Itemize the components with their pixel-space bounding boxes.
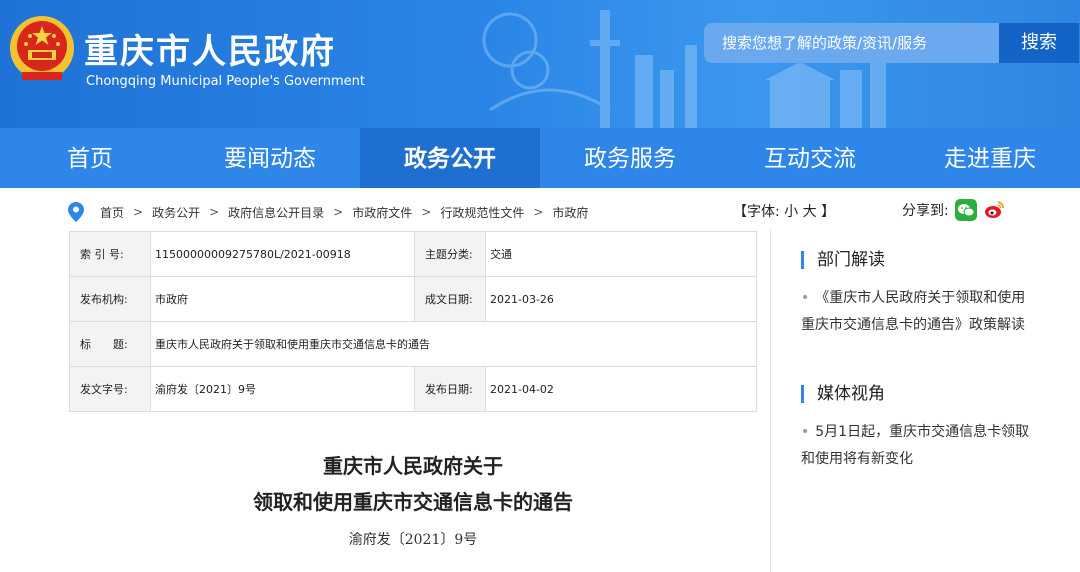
search-button[interactable]: 搜索 [999,23,1079,63]
search-input[interactable]: 搜索您想了解的政策/资讯/服务 [704,23,1000,63]
font-size-label: 【字体: [733,204,780,220]
document-title-line2: 领取和使用重庆市交通信息卡的通告 [253,490,573,514]
font-size-small[interactable]: 小 [784,204,798,220]
breadcrumb-separator: > [421,205,432,219]
sidebar-heading-department-interpretation: 部门解读 [801,251,885,269]
index-number-label: 索 引 号: [69,231,151,277]
published-date-label: 发布日期: [414,366,486,412]
bullet-icon: • [801,290,810,306]
share-bar: 分享到: [902,199,1005,221]
topic-value: 交通 [485,231,757,277]
weibo-icon[interactable] [982,199,1005,221]
document-number-label: 发文字号: [69,366,151,412]
breadcrumb-home[interactable]: 首页 [100,204,124,221]
document-number: 渝府发〔2021〕9号 [348,532,478,548]
sidebar-item-media-news[interactable]: • 5月1日起，重庆市交通信息卡领取和使用将有新变化 [801,419,1031,473]
wechat-icon[interactable] [954,199,977,221]
sidebar-item-policy-interpretation[interactable]: • 《重庆市人民政府关于领取和使用重庆市交通信息卡的通告》政策解读 [801,285,1031,339]
published-date-value: 2021-04-02 [485,366,757,412]
nav-item-news[interactable]: 要闻动态 [180,128,360,188]
font-size-control: 【字体: 小 大 】 [733,201,835,221]
table-row: 标 题: 重庆市人民政府关于领取和使用重庆市交通信息卡的通告 [69,321,757,367]
index-number-value: 11500000009275780L/2021-00918 [150,231,415,277]
document-title: 重庆市人民政府关于 领取和使用重庆市交通信息卡的通告 [69,448,757,520]
site-header: 重庆市人民政府 Chongqing Municipal People's Gov… [0,0,1080,128]
sidebar-item-label[interactable]: 《重庆市人民政府关于领取和使用重庆市交通信息卡的通告》政策解读 [801,290,1025,333]
breadcrumb-separator: > [133,205,144,219]
title-label: 标 题: [69,321,151,367]
nav-item-services[interactable]: 政务服务 [540,128,720,188]
breadcrumb-normative-documents[interactable]: 行政规范性文件 [440,204,524,221]
document-info-table: 索 引 号: 11500000009275780L/2021-00918 主题分… [69,231,757,412]
main-nav: 首页 要闻动态 政务公开 政务服务 互动交流 走进重庆 [0,128,1080,188]
font-size-close: 】 [821,204,836,220]
breadcrumb-municipal-documents[interactable]: 市政府文件 [352,204,412,221]
breadcrumb-municipal-government[interactable]: 市政府 [552,204,588,221]
bullet-icon: • [801,424,810,440]
font-size-large[interactable]: 大 [803,204,817,220]
national-emblem-icon [10,16,74,80]
title-value: 重庆市人民政府关于领取和使用重庆市交通信息卡的通告 [150,321,757,367]
skyline-illustration [482,10,886,128]
document-number-value: 渝府发〔2021〕9号 [150,366,415,412]
publisher-label: 发布机构: [69,276,151,322]
sidebar-item-label[interactable]: 5月1日起，重庆市交通信息卡领取和使用将有新变化 [801,424,1029,467]
created-date-label: 成文日期: [414,276,486,322]
site-title[interactable]: 重庆市人民政府 [84,24,336,73]
table-row: 发布机构: 市政府 成文日期: 2021-03-26 [69,276,757,322]
location-pin-icon [68,202,84,222]
share-label: 分享到: [902,203,949,219]
breadcrumb-government-affairs[interactable]: 政务公开 [152,204,200,221]
nav-item-interaction[interactable]: 互动交流 [720,128,900,188]
sidebar-heading-media-perspective: 媒体视角 [801,385,885,403]
site-subtitle: Chongqing Municipal People's Government [86,74,366,89]
breadcrumb-info-catalog[interactable]: 政府信息公开目录 [228,204,324,221]
nav-item-home[interactable]: 首页 [0,128,180,188]
breadcrumb-separator: > [333,205,344,219]
table-row: 索 引 号: 11500000009275780L/2021-00918 主题分… [69,231,757,277]
breadcrumb: 首页 > 政务公开 > 政府信息公开目录 > 市政府文件 > 行政规范性文件 >… [68,198,588,226]
breadcrumb-separator: > [533,205,544,219]
topic-label: 主题分类: [414,231,486,277]
nav-item-about-chongqing[interactable]: 走进重庆 [900,128,1080,188]
created-date-value: 2021-03-26 [485,276,757,322]
breadcrumb-separator: > [209,205,220,219]
table-row: 发文字号: 渝府发〔2021〕9号 发布日期: 2021-04-02 [69,366,757,412]
document-title-line1: 重庆市人民政府关于 [323,454,503,478]
column-divider [770,229,771,572]
nav-item-government-affairs[interactable]: 政务公开 [360,128,540,188]
publisher-value: 市政府 [150,276,415,322]
